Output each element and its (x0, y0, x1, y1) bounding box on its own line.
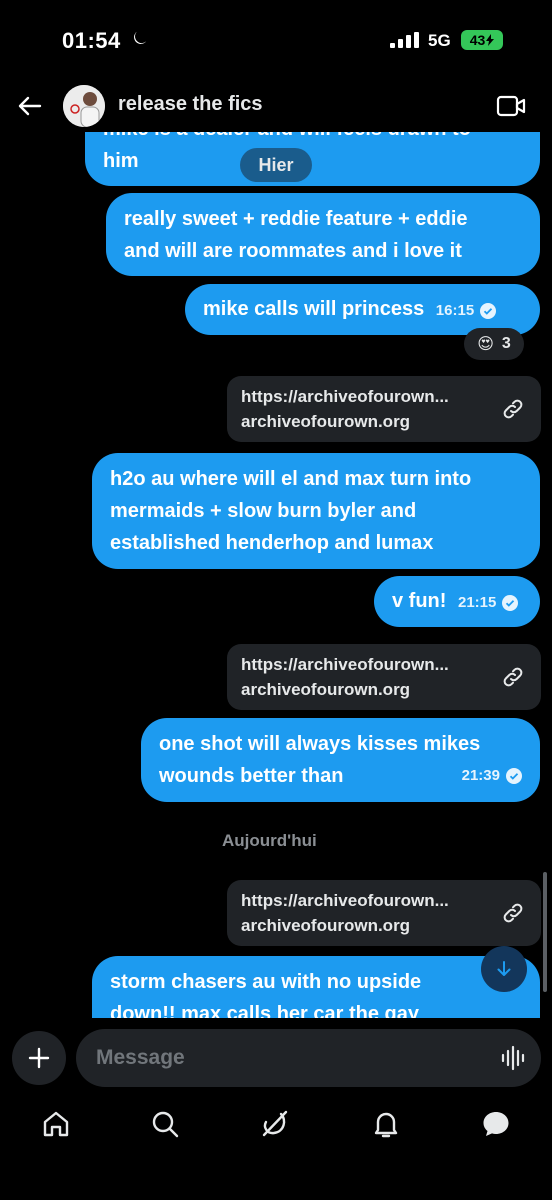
group-avatar[interactable] (63, 85, 105, 127)
read-check-icon (506, 768, 522, 784)
message-text-line: and will are roommates and i love it (124, 240, 462, 262)
charging-bolt-icon (486, 34, 495, 46)
notifications-bell-icon[interactable] (370, 1108, 402, 1140)
message-bubble[interactable]: v fun! 21:15 (374, 576, 540, 627)
message-meta: 21:39 (462, 760, 522, 792)
status-bar: 01:54 5G 43 (0, 0, 552, 80)
search-icon[interactable] (149, 1108, 181, 1140)
video-camera-icon[interactable] (496, 93, 526, 119)
chat-header: release the fics (0, 80, 552, 132)
message-text-line: storm chasers au with no upside (110, 971, 422, 993)
date-pill: Hier (240, 148, 312, 182)
voice-message-icon[interactable] (500, 1045, 526, 1071)
message-text-line: mike is a dealer and will feels drawn to (103, 132, 522, 145)
message-composer (0, 1026, 552, 1090)
signal-icon (390, 32, 419, 48)
message-text-line: him (103, 150, 139, 172)
message-text-line: really sweet + reddie feature + eddie (124, 208, 468, 230)
link-icon (503, 399, 523, 419)
bottom-navigation (0, 1100, 552, 1154)
read-check-icon (502, 595, 519, 611)
grok-icon[interactable] (259, 1108, 291, 1140)
reaction-badge[interactable]: 😍 3 (464, 328, 524, 360)
link-domain: archiveofourown.org (241, 412, 411, 431)
status-time: 01:54 (62, 28, 121, 53)
message-bubble[interactable]: h2o au where will el and max turn into m… (92, 453, 540, 569)
link-url: https://archiveofourown... (241, 387, 449, 406)
message-text: mike calls will princess (203, 298, 425, 320)
link-url: https://archiveofourown... (241, 655, 449, 674)
message-meta: 16:15 (435, 295, 497, 327)
message-bubble[interactable]: really sweet + reddie feature + eddie an… (106, 193, 540, 276)
link-icon (503, 903, 523, 923)
message-time: 21:15 (458, 594, 497, 611)
messages-icon[interactable] (480, 1108, 512, 1140)
scroll-to-bottom-button[interactable] (481, 946, 527, 992)
link-preview-card[interactable]: https://archiveofourown... archiveofouro… (227, 376, 541, 442)
date-separator: Aujourd'hui (222, 831, 317, 850)
battery-level: 43 (469, 32, 486, 48)
arrow-down-icon (497, 961, 511, 976)
message-bubble[interactable]: mike is a dealer and will feels drawn to… (85, 132, 540, 186)
message-text-line: down!! max calls her car the gay (110, 1003, 419, 1018)
network-type: 5G (428, 31, 451, 50)
link-preview-card[interactable]: https://archiveofourown... archiveofouro… (227, 880, 541, 946)
link-url: https://archiveofourown... (241, 891, 449, 910)
plus-icon (28, 1047, 50, 1069)
message-text: v fun! (392, 590, 447, 612)
reaction-emoji: 😍 (477, 336, 494, 353)
home-icon[interactable] (40, 1108, 72, 1140)
back-arrow-icon[interactable] (16, 92, 44, 120)
message-text: wounds better than (159, 765, 344, 787)
message-text-line: wounds better than 21:39 (159, 760, 522, 792)
scrollbar[interactable] (543, 872, 547, 992)
reaction-count: 3 (501, 335, 511, 352)
battery-indicator: 43 (461, 30, 503, 50)
message-time: 21:39 (461, 767, 500, 784)
message-meta: 21:15 (458, 587, 519, 619)
message-text-line: established henderhop and lumax (110, 532, 434, 554)
add-attachment-button[interactable] (12, 1031, 66, 1085)
message-time: 16:15 (435, 302, 475, 319)
link-preview-card[interactable]: https://archiveofourown... archiveofouro… (227, 644, 541, 710)
message-text-line: mermaids + slow burn byler and (110, 500, 417, 522)
message-bubble[interactable]: one shot will always kisses mikes wounds… (141, 718, 540, 802)
link-domain: archiveofourown.org (241, 680, 411, 699)
chat-title[interactable]: release the fics (118, 93, 263, 116)
moon-icon (134, 31, 147, 44)
message-bubble[interactable]: storm chasers au with no upside down!! m… (92, 956, 540, 1018)
avatar-image (63, 85, 105, 127)
read-check-icon (480, 303, 497, 319)
message-text-line: h2o au where will el and max turn into (110, 468, 472, 490)
link-icon (503, 667, 523, 687)
message-list[interactable]: mike is a dealer and will feels drawn to… (0, 132, 552, 1018)
message-input[interactable] (76, 1029, 541, 1087)
message-text-line: one shot will always kisses mikes (159, 733, 481, 755)
link-domain: archiveofourown.org (241, 916, 411, 935)
